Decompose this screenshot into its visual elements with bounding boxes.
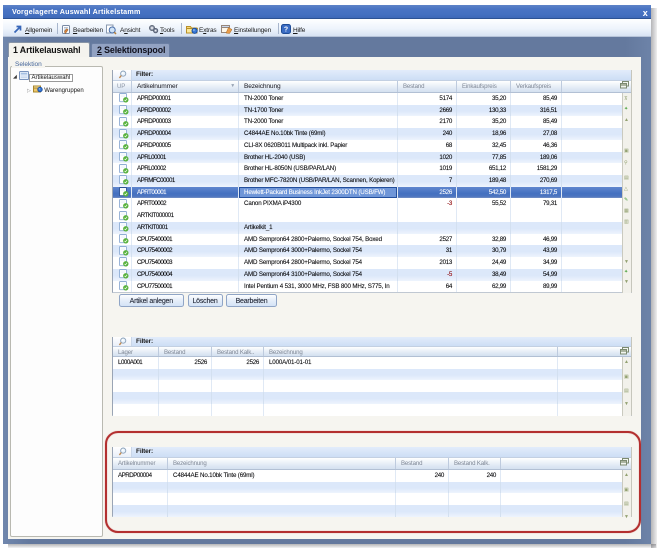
- svg-text:?: ?: [284, 27, 288, 34]
